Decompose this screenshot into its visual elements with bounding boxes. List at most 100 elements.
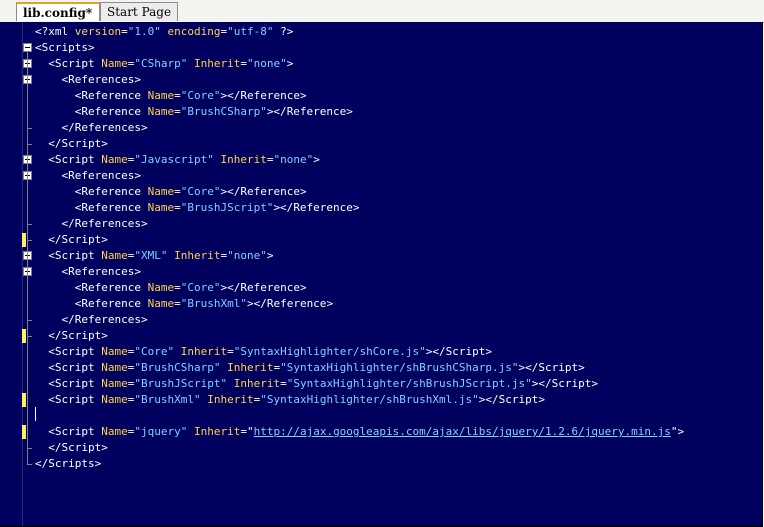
code-line[interactable]: </Script> — [35, 328, 108, 344]
markup-punctuation — [187, 57, 194, 70]
attribute-name: Name — [101, 425, 128, 438]
attribute-value: "SyntaxHighlighter/shBrushCSharp.js" — [280, 361, 519, 374]
unsaved-change-marker — [22, 233, 26, 247]
tab-start-page[interactable]: Start Page — [100, 2, 178, 21]
code-line[interactable]: </References> — [35, 216, 147, 232]
markup-punctuation: > — [313, 153, 320, 166]
code-line[interactable]: <Scripts> — [35, 40, 95, 56]
attribute-value: "BrushXml" — [134, 393, 201, 406]
markup-punctuation: <? — [35, 25, 49, 38]
xml-code-editor[interactable]: <?xml version="1.0" encoding="utf-8" ?> <… — [0, 22, 763, 527]
code-line[interactable]: <Script Name="BrushJScript" Inherit="Syn… — [35, 376, 598, 392]
element-name: Reference — [81, 105, 141, 118]
code-line[interactable]: <Reference Name="BrushCSharp"></Referenc… — [35, 104, 353, 120]
code-line[interactable]: <References> — [35, 264, 141, 280]
attribute-value: "utf-8" — [227, 25, 274, 38]
markup-punctuation: = — [227, 345, 234, 358]
attribute-name: Name — [147, 297, 175, 310]
attribute-name: Inherit — [227, 361, 274, 374]
code-line[interactable]: </Script> — [35, 440, 108, 456]
markup-punctuation: = — [240, 57, 247, 70]
code-line[interactable]: </References> — [35, 120, 148, 136]
markup-punctuation: ></ — [220, 185, 241, 198]
code-line[interactable]: <Reference Name="Core"></Reference> — [35, 280, 307, 296]
tab-lib-config[interactable]: lib.config* — [16, 2, 100, 21]
attribute-name: Name — [147, 201, 175, 214]
attribute-name: Inherit — [220, 153, 267, 166]
code-line[interactable]: </Script> — [35, 136, 108, 152]
code-line[interactable]: <Script Name="Core" Inherit="SyntaxHighl… — [35, 344, 492, 360]
markup-punctuation: > — [101, 233, 108, 246]
attribute-value: "1.0" — [127, 25, 161, 38]
code-line[interactable]: <Script Name="XML" Inherit="none"> — [35, 248, 273, 264]
markup-punctuation: > — [134, 265, 141, 278]
code-line[interactable]: <References> — [35, 72, 141, 88]
attribute-name: Inherit — [180, 345, 228, 358]
markup-punctuation: = — [121, 25, 128, 38]
attribute-name: Inherit — [207, 393, 254, 406]
attribute-value: "none" — [246, 57, 287, 70]
element-name: Script — [61, 137, 102, 150]
attribute-name: Name — [101, 345, 128, 358]
element-name: References — [68, 169, 135, 182]
markup-punctuation: < — [35, 89, 82, 102]
code-line[interactable]: </Scripts> — [35, 456, 101, 472]
code-line[interactable]: <Reference Name="Core"></Reference> — [35, 88, 307, 104]
markup-punctuation: < — [35, 41, 42, 54]
markup-punctuation: ></ — [273, 201, 294, 214]
markup-punctuation: ></ — [246, 297, 267, 310]
markup-punctuation: ></ — [531, 377, 552, 390]
editor-margin — [0, 22, 23, 526]
code-line[interactable]: </References> — [35, 312, 147, 328]
markup-punctuation: < — [35, 377, 55, 390]
markup-punctuation: </ — [35, 217, 75, 230]
code-line[interactable]: <Script Name="CSharp" Inherit="none"> — [35, 56, 293, 72]
code-line[interactable]: <Script Name="jquery" Inherit="http://aj… — [35, 424, 684, 440]
code-line[interactable]: <Reference Name="BrushXml"></Reference> — [35, 296, 333, 312]
code-line[interactable]: <Script Name="BrushXml" Inherit="SyntaxH… — [35, 392, 545, 408]
code-line[interactable]: <Script Name="BrushCSharp" Inherit="Synt… — [35, 360, 585, 376]
code-line[interactable]: <Script Name="Javascript" Inherit="none"… — [35, 152, 320, 168]
attribute-name: Name — [101, 361, 128, 374]
markup-punctuation: ></ — [266, 105, 287, 118]
element-name: Script — [61, 329, 102, 342]
unsaved-change-marker — [22, 329, 26, 343]
markup-punctuation: < — [35, 297, 82, 310]
markup-punctuation: < — [35, 265, 69, 278]
outline-guide-line — [27, 52, 28, 464]
markup-punctuation: < — [35, 169, 69, 182]
code-line[interactable]: <?xml version="1.0" encoding="utf-8" ?> — [35, 24, 293, 40]
markup-punctuation: > — [140, 121, 148, 134]
code-line[interactable]: <References> — [35, 168, 141, 184]
markup-punctuation: > — [266, 249, 274, 262]
markup-punctuation: > — [326, 297, 334, 310]
markup-punctuation: ></ — [425, 345, 446, 358]
attribute-name: Name — [147, 185, 175, 198]
element-name: References — [68, 73, 135, 86]
attribute-value: "none" — [273, 153, 314, 166]
element-name: Script — [551, 377, 592, 390]
markup-punctuation: > — [485, 345, 493, 358]
outline-end-mark — [27, 336, 32, 337]
outline-end-mark — [27, 240, 32, 241]
code-line[interactable]: <Reference Name="Core"></Reference> — [35, 184, 307, 200]
markup-punctuation: < — [35, 201, 82, 214]
markup-punctuation: < — [35, 345, 55, 358]
collapse-toggle-icon[interactable] — [23, 43, 32, 52]
markup-punctuation: > — [286, 57, 294, 70]
unsaved-change-marker — [22, 393, 26, 407]
code-line[interactable]: </Script> — [35, 232, 108, 248]
element-name: Reference — [81, 281, 141, 294]
markup-punctuation: = — [174, 89, 181, 102]
outline-end-mark — [27, 144, 32, 145]
element-name: Reference — [81, 89, 141, 102]
attribute-value: "Core" — [180, 89, 221, 102]
markup-punctuation: = — [174, 281, 181, 294]
markup-punctuation: = — [174, 201, 181, 214]
outline-end-mark — [27, 448, 32, 449]
code-line[interactable]: <Reference Name="BrushJScript"></Referen… — [35, 200, 360, 216]
markup-punctuation — [187, 425, 194, 438]
markup-punctuation: > — [87, 41, 95, 54]
url-link[interactable]: http://ajax.googleapis.com/ajax/libs/jqu… — [254, 425, 671, 438]
markup-punctuation: ></ — [220, 281, 241, 294]
